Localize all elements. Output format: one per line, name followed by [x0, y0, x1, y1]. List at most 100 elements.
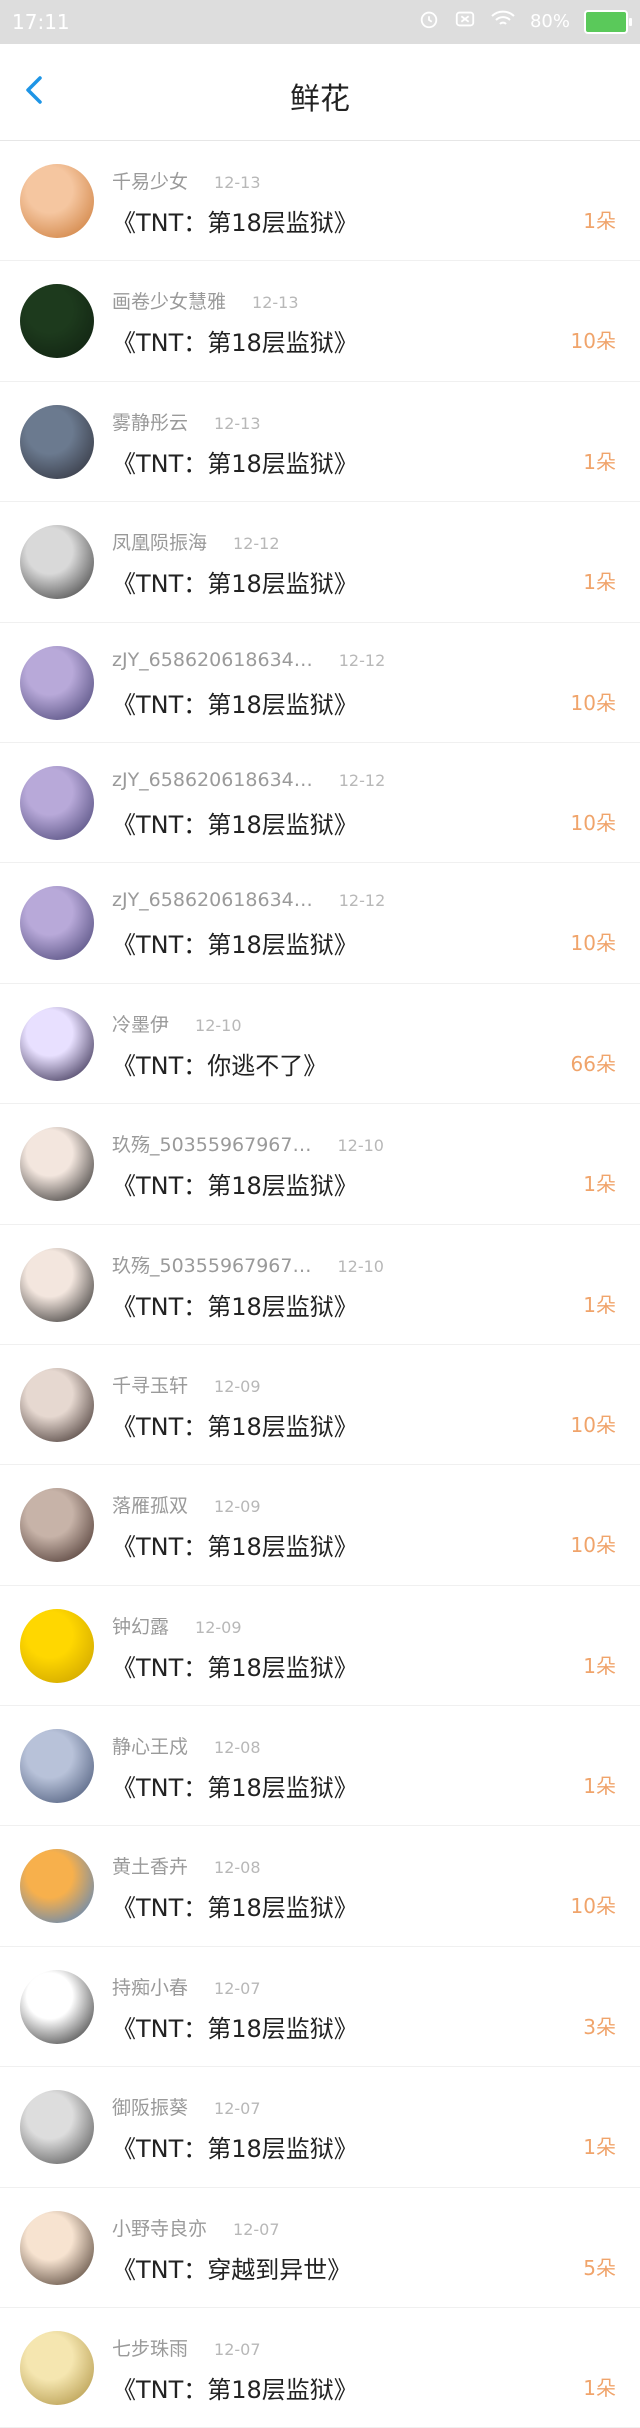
list-item[interactable]: 静心王戍 12-08 《TNT：第18层监狱》 1朵: [0, 1706, 640, 1827]
avatar[interactable]: [20, 886, 94, 961]
list-item[interactable]: 雾静彤云 12-13 《TNT：第18层监狱》 1朵: [0, 382, 640, 503]
gift-date: 12-10: [337, 1256, 384, 1276]
avatar[interactable]: [20, 1488, 94, 1563]
sender-name-text: 静心王戍: [112, 1736, 189, 1759]
avatar[interactable]: [20, 525, 94, 600]
list-item[interactable]: zJY_658620618634… 12-12 《TNT：第18层监狱》 10朵: [0, 743, 640, 864]
sender-name-text: 画卷少女慧雅: [112, 291, 227, 314]
sender-name-text: 黄土香卉: [112, 1856, 189, 1879]
sender-name: 凤凰陨振海 12-12: [112, 528, 280, 555]
avatar[interactable]: [20, 765, 94, 840]
sender-name-text: 钟幻露: [112, 1615, 170, 1638]
flower-count: 10朵: [570, 1894, 616, 1919]
list-item[interactable]: 千易少女 12-13 《TNT：第18层监狱》 1朵: [0, 141, 640, 262]
gift-date: 12-09: [214, 1497, 261, 1517]
avatar[interactable]: [20, 2210, 94, 2285]
list-item[interactable]: 画卷少女慧雅 12-13 《TNT：第18层监狱》 10朵: [0, 261, 640, 382]
nav-bar: 鲜花: [0, 44, 640, 141]
flower-count: 1朵: [583, 1653, 616, 1678]
gift-date: 12-09: [195, 1617, 242, 1637]
mute-icon: [454, 8, 476, 35]
gift-date: 12-09: [214, 1376, 261, 1396]
work-title: 《TNT：第18层监狱》: [112, 1774, 358, 1803]
work-title: 《TNT：穿越到异世》: [112, 2255, 352, 2284]
sender-name-text: 千寻玉轩: [112, 1374, 189, 1397]
flower-count: 1朵: [583, 449, 616, 474]
flower-count: 10朵: [570, 931, 616, 956]
work-title: 《TNT：第18层监狱》: [112, 690, 358, 719]
gift-date: 12-12: [338, 770, 386, 790]
sender-name: zJY_658620618634… 12-12: [112, 769, 385, 791]
work-title: 《TNT：第18层监狱》: [112, 810, 358, 839]
flower-count: 3朵: [583, 2014, 616, 2039]
flower-count: 1朵: [583, 570, 616, 595]
gift-date: 12-13: [214, 413, 261, 433]
sender-name: 雾静彤云 12-13: [112, 408, 261, 435]
list-item[interactable]: zJY_658620618634… 12-12 《TNT：第18层监狱》 10朵: [0, 863, 640, 984]
status-bar: 17:11 80%: [0, 0, 640, 44]
avatar[interactable]: [20, 164, 94, 238]
flower-count: 1朵: [583, 1774, 616, 1799]
list-item[interactable]: 御阪振葵 12-07 《TNT：第18层监狱》 1朵: [0, 2067, 640, 2188]
list-item[interactable]: 落雁孤双 12-09 《TNT：第18层监狱》 10朵: [0, 1465, 640, 1586]
avatar[interactable]: [20, 1729, 94, 1804]
avatar[interactable]: [20, 645, 94, 720]
list-item[interactable]: 千寻玉轩 12-09 《TNT：第18层监狱》 10朵: [0, 1345, 640, 1466]
sender-name: 玖殇_50355967967… 12-10: [112, 1130, 384, 1157]
avatar[interactable]: [20, 1127, 94, 1202]
sender-name: zJY_658620618634… 12-12: [112, 649, 385, 671]
gift-date: 12-13: [214, 173, 261, 192]
avatar[interactable]: [20, 2331, 94, 2406]
work-title: 《TNT：第18层监狱》: [112, 2014, 358, 2043]
flower-count: 10朵: [570, 329, 616, 354]
sender-name-text: zJY_658620618634…: [112, 648, 313, 671]
work-title: 《TNT：第18层监狱》: [112, 931, 358, 960]
avatar[interactable]: [20, 1969, 94, 2044]
wifi-icon: [490, 8, 516, 35]
avatar[interactable]: [20, 1247, 94, 1322]
avatar[interactable]: [20, 2090, 94, 2165]
sender-name-text: 凤凰陨振海: [112, 532, 208, 555]
list-item[interactable]: 七步珠雨 12-07 《TNT：第18层监狱》 1朵: [0, 2308, 640, 2428]
list-item[interactable]: zJY_658620618634… 12-12 《TNT：第18层监狱》 10朵: [0, 623, 640, 743]
list-item[interactable]: 黄土香卉 12-08 《TNT：第18层监狱》 10朵: [0, 1826, 640, 1947]
flower-count: 10朵: [570, 1412, 616, 1437]
sender-name: 小野寺良亦 12-07: [112, 2214, 280, 2241]
flower-count: 1朵: [583, 2376, 616, 2401]
gift-date: 12-10: [195, 1015, 242, 1035]
work-title: 《TNT：第18层监狱》: [112, 1172, 358, 1201]
work-title: 《TNT：第18层监狱》: [112, 1653, 358, 1682]
list-item[interactable]: 钟幻露 12-09 《TNT：第18层监狱》 1朵: [0, 1586, 640, 1707]
sender-name-text: 御阪振葵: [112, 2097, 189, 2120]
gift-date: 12-08: [214, 1858, 261, 1878]
list-item[interactable]: 玖殇_50355967967… 12-10 《TNT：第18层监狱》 1朵: [0, 1104, 640, 1225]
sender-name: 千易少女 12-13: [112, 167, 261, 194]
sender-name-text: zJY_658620618634…: [112, 889, 313, 912]
flower-count: 1朵: [583, 209, 616, 233]
sender-name-text: 七步珠雨: [112, 2338, 189, 2361]
avatar[interactable]: [20, 1367, 94, 1442]
avatar[interactable]: [20, 404, 94, 479]
flower-count: 1朵: [583, 2135, 616, 2160]
list-item[interactable]: 冷墨伊 12-10 《TNT：你逃不了》 66朵: [0, 984, 640, 1105]
alarm-icon: [418, 8, 440, 35]
flower-count: 5朵: [583, 2255, 616, 2280]
list-item[interactable]: 持痴小春 12-07 《TNT：第18层监狱》 3朵: [0, 1947, 640, 2068]
work-title: 《TNT：第18层监狱》: [112, 1533, 358, 1562]
sender-name: 七步珠雨 12-07: [112, 2334, 261, 2361]
list-item[interactable]: 玖殇_50355967967… 12-10 《TNT：第18层监狱》 1朵: [0, 1225, 640, 1345]
gift-date: 12-07: [214, 2340, 261, 2360]
list-item[interactable]: 小野寺良亦 12-07 《TNT：穿越到异世》 5朵: [0, 2188, 640, 2309]
avatar[interactable]: [20, 284, 94, 359]
avatar[interactable]: [20, 1006, 94, 1081]
sender-name: 持痴小春 12-07: [112, 1973, 261, 2000]
work-title: 《TNT：第18层监狱》: [112, 1894, 358, 1923]
list-item[interactable]: 凤凰陨振海 12-12 《TNT：第18层监狱》 1朵: [0, 502, 640, 623]
status-icons: 80%: [418, 8, 632, 35]
sender-name: 钟幻露 12-09: [112, 1612, 242, 1639]
avatar[interactable]: [20, 1608, 94, 1683]
gift-date: 12-10: [337, 1136, 384, 1156]
status-time: 17:11: [12, 10, 70, 34]
sender-name: 冷墨伊 12-10: [112, 1010, 242, 1037]
avatar[interactable]: [20, 1849, 94, 1924]
